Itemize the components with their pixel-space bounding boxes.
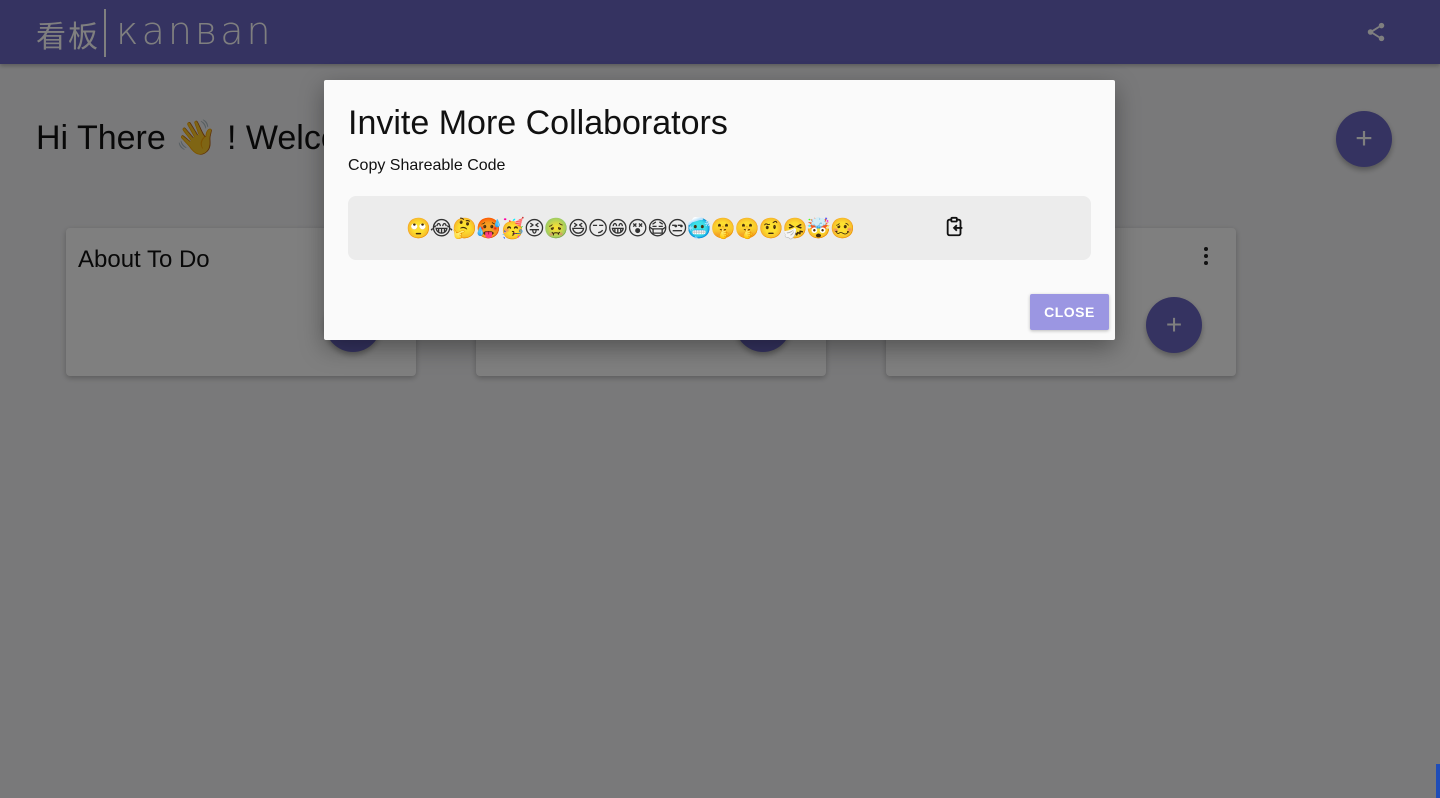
close-button[interactable]: CLOSE bbox=[1030, 294, 1109, 330]
share-code[interactable]: 🙄😂🤔🥵🥳😝🤢😆😏😁😵😷😒🥶🤫🤫🤨🤧🤯🥴 bbox=[406, 216, 855, 241]
clipboard-copy-icon bbox=[946, 216, 963, 237]
window-edge-marker bbox=[1436, 764, 1440, 798]
invite-dialog: Invite More Collaborators Copy Shareable… bbox=[324, 80, 1115, 340]
copy-code-button[interactable] bbox=[942, 214, 968, 240]
dialog-title: Invite More Collaborators bbox=[348, 104, 728, 142]
dialog-subtitle: Copy Shareable Code bbox=[348, 157, 506, 174]
share-code-box: 🙄😂🤔🥵🥳😝🤢😆😏😁😵😷😒🥶🤫🤫🤨🤧🤯🥴 bbox=[348, 196, 1091, 260]
